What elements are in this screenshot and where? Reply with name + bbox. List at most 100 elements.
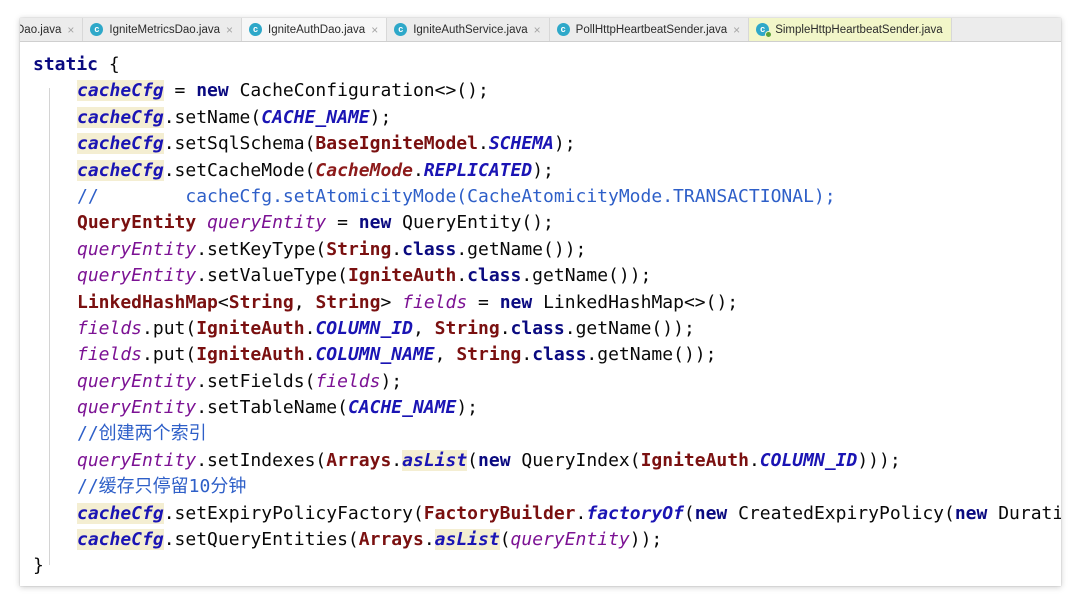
code-token: .setExpiryPolicyFactory( <box>163 502 424 524</box>
code-token: ); <box>456 397 478 419</box>
code-line: //缓存只停留10分钟 <box>33 474 1061 500</box>
code-token: )); <box>629 529 663 551</box>
code-line: QueryEntity queryEntity = new QueryEntit… <box>33 210 1061 236</box>
code-token: String <box>228 291 294 313</box>
editor-tab[interactable]: c PollHttpHeartbeatSender.java × <box>550 18 750 41</box>
code-token: .setFields( <box>196 370 316 392</box>
code-line: cacheCfg.setSqlSchema(BaseIgniteModel.SC… <box>33 131 1061 157</box>
close-tab-icon[interactable]: × <box>67 24 74 36</box>
code-content[interactable]: static { cacheCfg = new CacheConfiguratio… <box>33 52 1061 580</box>
java-class-icon: c <box>249 23 262 36</box>
code-token: CacheConfiguration<>(); <box>228 80 489 102</box>
tab-label: PollHttpHeartbeatSender.java <box>575 23 728 36</box>
code-token: queryEntity <box>77 449 197 471</box>
code-token: queryEntity <box>77 238 197 260</box>
code-token: , <box>293 291 316 313</box>
code-token: .setSqlSchema( <box>163 133 316 155</box>
code-line: cacheCfg = new CacheConfiguration<>(); <box>33 78 1061 104</box>
code-token: COLUMN_ID <box>759 449 858 471</box>
code-token: < <box>217 291 229 313</box>
code-token: = <box>467 291 500 313</box>
code-token: ); <box>532 159 554 181</box>
code-line: queryEntity.setValueType(IgniteAuth.clas… <box>33 263 1061 289</box>
code-token: queryEntity <box>510 529 630 551</box>
code-line: queryEntity.setTableName(CACHE_NAME); <box>33 395 1061 421</box>
code-token: new <box>358 212 392 234</box>
tab-label: SimpleHttpHeartbeatSender.java <box>775 23 943 36</box>
code-line: cacheCfg.setName(CACHE_NAME); <box>33 105 1061 131</box>
editor-tab[interactable]: c IgniteAuthService.java × <box>387 18 550 41</box>
editor-tab-bar: Dao.java × c IgniteMetricsDao.java × c IgniteA… <box>20 18 1061 42</box>
code-token: .getName()); <box>586 344 717 366</box>
code-token: . <box>391 238 403 260</box>
code-line: queryEntity.setIndexes(Arrays.asList(new… <box>33 448 1061 474</box>
code-token: Duratio <box>998 502 1061 524</box>
code-token: ); <box>380 370 403 392</box>
tab-label: Dao.java <box>20 23 62 36</box>
close-tab-icon[interactable]: × <box>733 24 740 36</box>
code-token: , <box>412 317 435 339</box>
code-line: cacheCfg.setCacheMode(CacheMode.REPLICAT… <box>33 158 1061 184</box>
tab-label: IgniteAuthDao.java <box>268 23 366 36</box>
code-token: CACHE_NAME <box>261 106 370 128</box>
code-token: .getName()); <box>564 317 695 339</box>
code-token: class <box>402 238 457 260</box>
code-token: CacheMode <box>315 159 413 181</box>
code-token: // cacheCfg.setAtomicityMode(CacheAtomic… <box>77 185 836 207</box>
code-token: .setQueryEntities( <box>163 529 359 551</box>
code-token: , <box>434 344 457 366</box>
code-token: . <box>521 344 533 366</box>
code-token: ( <box>467 449 479 471</box>
code-token: queryEntity <box>77 397 197 419</box>
code-token: class <box>510 317 565 339</box>
code-token: fields <box>77 344 143 366</box>
code-token: asList <box>402 449 468 471</box>
code-token: ); <box>369 106 392 128</box>
editor-tab[interactable]: c IgniteMetricsDao.java × <box>83 18 242 41</box>
close-tab-icon[interactable]: × <box>371 24 378 36</box>
code-token: { <box>98 54 120 75</box>
java-class-icon: c <box>556 23 570 36</box>
run-badge-icon <box>765 31 773 38</box>
code-token: factoryOf <box>586 502 684 524</box>
code-token: class <box>467 265 522 287</box>
code-token: . <box>391 449 403 471</box>
code-token: . <box>499 317 511 339</box>
code-token: fields <box>77 317 143 339</box>
editor-tab[interactable]: Dao.java × <box>20 18 84 41</box>
code-editor[interactable]: static { cacheCfg = new CacheConfiguratio… <box>20 42 1061 586</box>
code-token: static <box>33 54 99 75</box>
code-token: . <box>423 529 435 551</box>
code-token: .setIndexes( <box>196 449 327 471</box>
code-token: class <box>532 344 587 366</box>
code-token: new <box>499 291 533 313</box>
code-line: // cacheCfg.setAtomicityMode(CacheAtomic… <box>33 184 1061 210</box>
code-token: SCHEMA <box>488 133 554 155</box>
close-tab-icon[interactable]: × <box>226 24 233 36</box>
code-token: REPLICATED <box>423 159 533 181</box>
close-tab-icon[interactable]: × <box>534 24 541 36</box>
code-token: IgniteAuth <box>640 449 749 471</box>
code-token: cacheCfg <box>77 502 164 524</box>
code-token: .getName()); <box>521 265 652 287</box>
code-token: . <box>412 159 424 181</box>
code-token: IgniteAuth <box>196 344 305 366</box>
code-token: QueryIndex( <box>510 449 641 471</box>
code-token: BaseIgniteModel <box>315 133 478 155</box>
editor-tab[interactable]: c SimpleHttpHeartbeatSender.java <box>749 18 952 41</box>
code-token: = <box>163 80 197 102</box>
code-token: queryEntity <box>207 212 327 234</box>
code-token: .getName()); <box>456 238 587 260</box>
code-token: String <box>315 291 381 313</box>
code-line: queryEntity.setKeyType(String.class.getN… <box>33 237 1061 263</box>
code-token: ( <box>683 502 695 524</box>
code-token: COLUMN_NAME <box>315 344 435 366</box>
code-line: cacheCfg.setQueryEntities(Arrays.asList(… <box>33 527 1061 553</box>
editor-tab[interactable]: c IgniteAuthDao.java × <box>242 18 388 41</box>
code-token: . <box>748 449 760 471</box>
code-token: IgniteAuth <box>347 265 457 287</box>
code-token: cacheCfg <box>77 106 164 128</box>
code-token: new <box>694 502 728 524</box>
code-token: Arrays <box>326 449 392 471</box>
